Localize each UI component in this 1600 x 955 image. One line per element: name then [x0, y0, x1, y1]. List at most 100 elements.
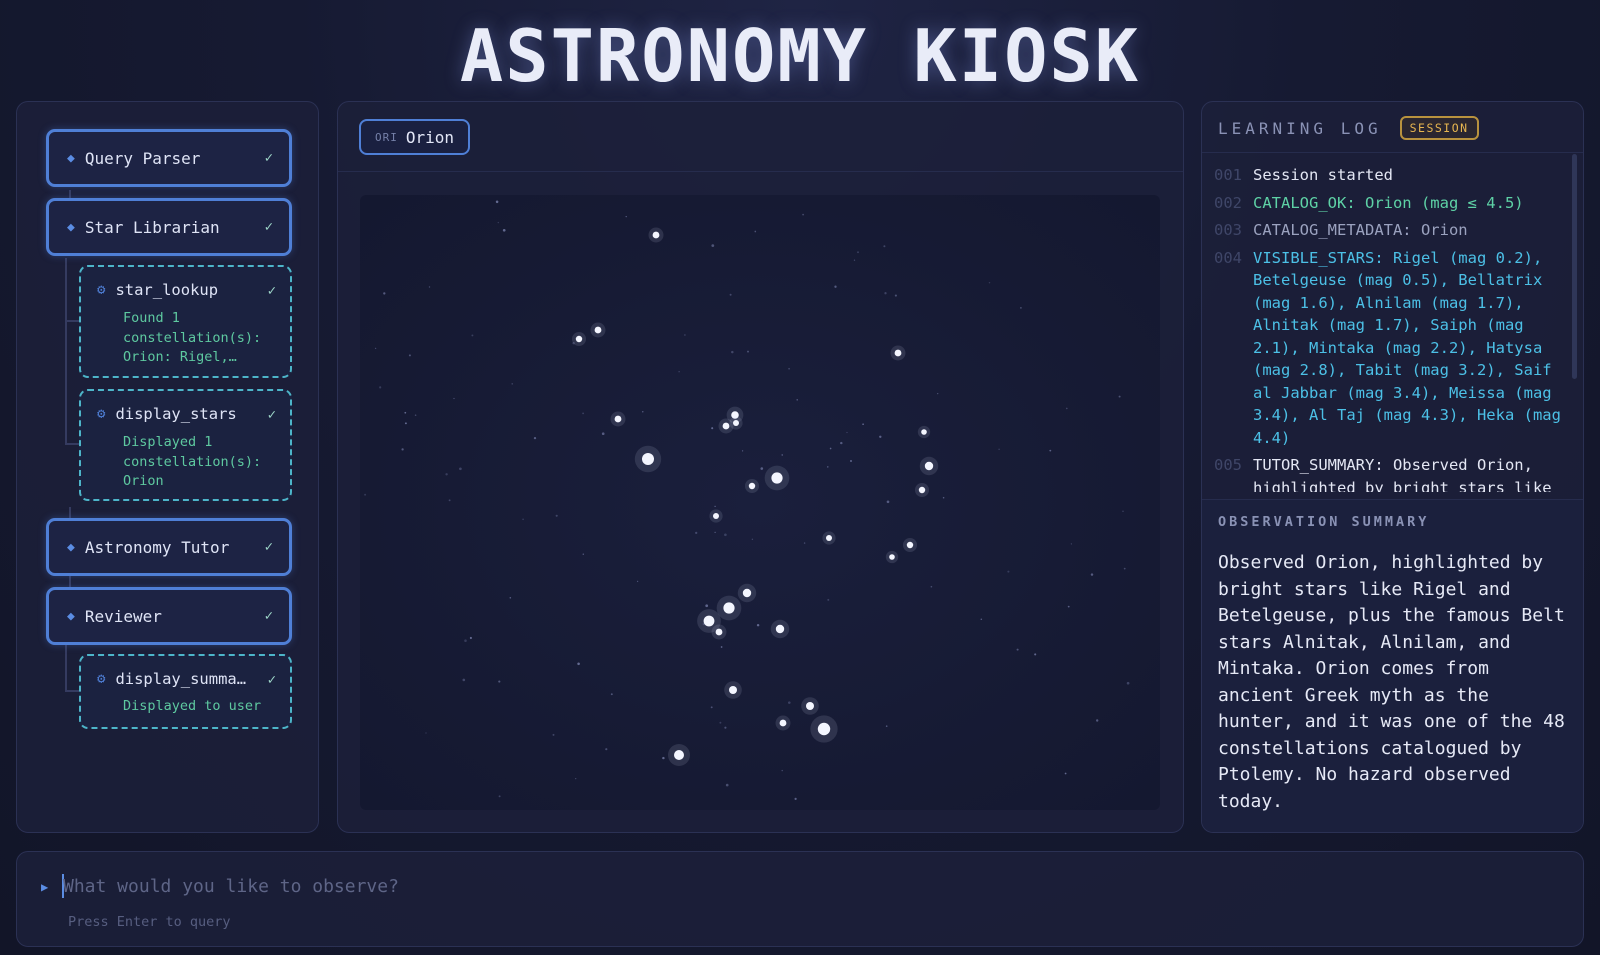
connector	[65, 443, 79, 445]
constellation-star[interactable]	[826, 535, 832, 541]
agent-astronomy-tutor[interactable]: ◆ Astronomy Tutor ✓	[46, 518, 292, 576]
tool-label: star_lookup	[115, 281, 219, 299]
background-star	[414, 414, 417, 416]
background-star	[1049, 449, 1052, 452]
log-line-text: VISIBLE_STARS: Rigel (mag 0.2), Betelgeu…	[1253, 248, 1561, 447]
background-star	[636, 580, 639, 583]
log-list[interactable]: 001 Session started 002 CATALOG_OK: Orio…	[1214, 164, 1569, 492]
agent-query-parser[interactable]: ◆ Query Parser ✓	[46, 129, 292, 187]
connector	[65, 643, 67, 691]
diamond-icon: ◆	[67, 608, 75, 624]
background-star	[724, 726, 727, 729]
constellation-star[interactable]	[715, 628, 723, 636]
constellation-star[interactable]	[713, 513, 719, 519]
constellation-star[interactable]	[775, 624, 785, 634]
background-star	[714, 531, 716, 534]
constellation-star[interactable]	[924, 461, 934, 471]
check-icon: ✓	[267, 283, 276, 299]
constellation-star[interactable]	[806, 702, 814, 710]
log-line-number: 003	[1214, 221, 1242, 239]
background-star	[853, 259, 856, 261]
tool-result: Displayed to user	[123, 698, 262, 714]
constellation-star[interactable]	[722, 422, 730, 430]
constellation-star[interactable]	[771, 472, 783, 484]
tool-display-stars[interactable]: ⚙ display_stars ✓ Displayed 1 constellat…	[79, 389, 292, 501]
background-star	[605, 748, 608, 751]
background-star	[662, 756, 665, 760]
background-star	[462, 678, 466, 682]
background-star	[756, 623, 760, 627]
background-star	[1034, 653, 1037, 656]
agent-label: Query Parser	[84, 148, 201, 168]
background-star	[1007, 570, 1010, 573]
background-star	[731, 350, 734, 354]
diamond-icon: ◆	[67, 150, 75, 166]
tool-star-lookup[interactable]: ⚙ star_lookup ✓ Found 1 constellation(s)…	[79, 265, 292, 378]
background-star	[930, 585, 933, 588]
constellation-star[interactable]	[894, 349, 902, 357]
background-star	[1090, 573, 1094, 576]
background-star	[502, 228, 506, 232]
background-star	[1070, 543, 1073, 545]
check-icon: ✓	[267, 672, 276, 688]
constellation-star[interactable]	[674, 750, 684, 760]
background-star	[577, 662, 580, 666]
log-entry: 005 TUTOR_SUMMARY: Observed Orion, highl…	[1214, 454, 1569, 492]
constellation-star[interactable]	[575, 335, 583, 343]
background-star	[883, 245, 886, 248]
background-star	[829, 447, 832, 450]
background-star	[364, 493, 367, 496]
constellation-star[interactable]	[918, 486, 926, 494]
background-star	[448, 499, 451, 502]
query-input[interactable]	[63, 870, 963, 902]
agent-star-librarian[interactable]: ◆ Star Librarian ✓	[46, 198, 292, 256]
log-entry: 002 CATALOG_OK: Orion (mag ≤ 4.5)	[1214, 192, 1569, 215]
background-star	[857, 251, 859, 254]
log-line-number: 005	[1214, 456, 1242, 474]
background-star	[760, 467, 764, 470]
constellation-star[interactable]	[703, 615, 715, 627]
log-line-text: TUTOR_SUMMARY: Observed Orion, highlight…	[1253, 456, 1552, 492]
constellation-star[interactable]	[906, 541, 914, 549]
constellation-star[interactable]	[921, 429, 927, 435]
constellation-star[interactable]	[742, 588, 752, 598]
constellation-star[interactable]	[779, 719, 787, 727]
constellation-star[interactable]	[748, 482, 756, 490]
background-star	[498, 795, 501, 798]
background-star	[879, 435, 882, 438]
background-star	[781, 454, 783, 456]
background-star	[582, 412, 584, 415]
background-star	[625, 215, 627, 218]
constellation-star[interactable]	[729, 686, 737, 694]
background-star	[886, 500, 890, 504]
constellation-star[interactable]	[594, 326, 602, 334]
log-line-text: CATALOG_OK: Orion (mag ≤ 4.5)	[1253, 193, 1524, 212]
constellation-star[interactable]	[652, 231, 660, 239]
background-star	[719, 721, 722, 724]
constellation-star[interactable]	[614, 415, 622, 423]
background-star	[445, 473, 448, 476]
constellation-star[interactable]	[723, 602, 735, 614]
agent-label: Astronomy Tutor	[84, 537, 230, 557]
background-star	[582, 553, 585, 555]
constellation-tag[interactable]: ORI Orion	[359, 119, 471, 155]
background-star	[834, 285, 837, 288]
background-star	[747, 350, 749, 353]
constellation-star[interactable]	[733, 420, 739, 426]
agent-reviewer[interactable]: ◆ Reviewer ✓	[46, 587, 292, 645]
star-field[interactable]	[360, 195, 1160, 810]
check-icon: ✓	[267, 407, 276, 423]
background-star	[942, 496, 945, 499]
background-star	[788, 701, 791, 704]
connector	[65, 258, 67, 444]
background-star	[788, 367, 790, 370]
background-star	[980, 618, 983, 621]
constellation-star[interactable]	[889, 554, 895, 560]
constellation-star[interactable]	[642, 453, 654, 465]
constellation-star[interactable]	[817, 722, 831, 736]
background-star	[552, 733, 555, 736]
tool-display-summary[interactable]: ⚙ display_summa… ✓ Displayed to user	[79, 654, 292, 729]
tool-label: display_stars	[115, 405, 237, 423]
session-badge: SESSION	[1399, 116, 1479, 140]
log-scrollbar[interactable]	[1572, 154, 1577, 379]
